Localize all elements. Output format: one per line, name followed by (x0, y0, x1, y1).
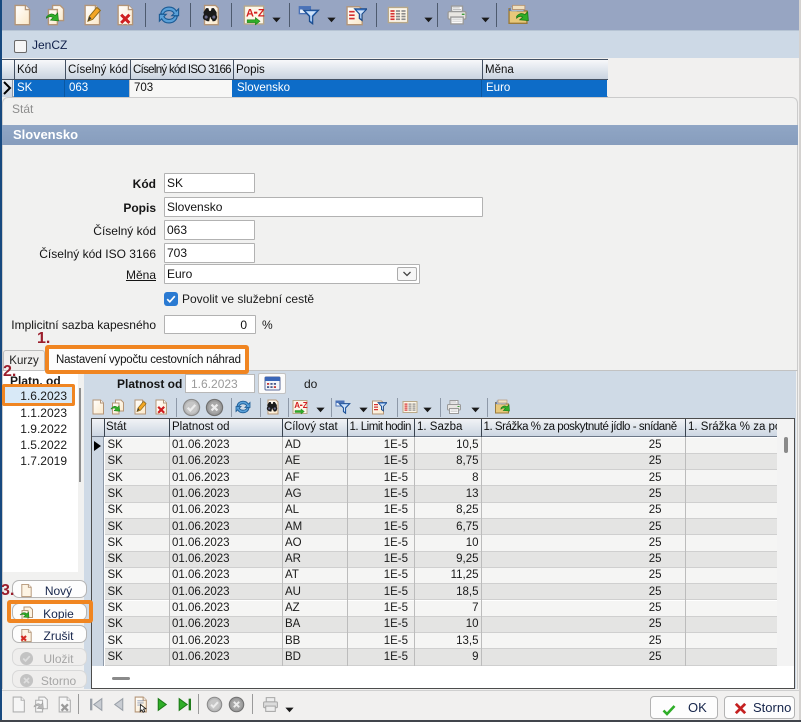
svg-text:Z: Z (303, 401, 308, 410)
svg-text:Z: Z (258, 7, 265, 19)
svg-text:A: A (246, 7, 254, 19)
svg-text:A: A (294, 401, 300, 410)
